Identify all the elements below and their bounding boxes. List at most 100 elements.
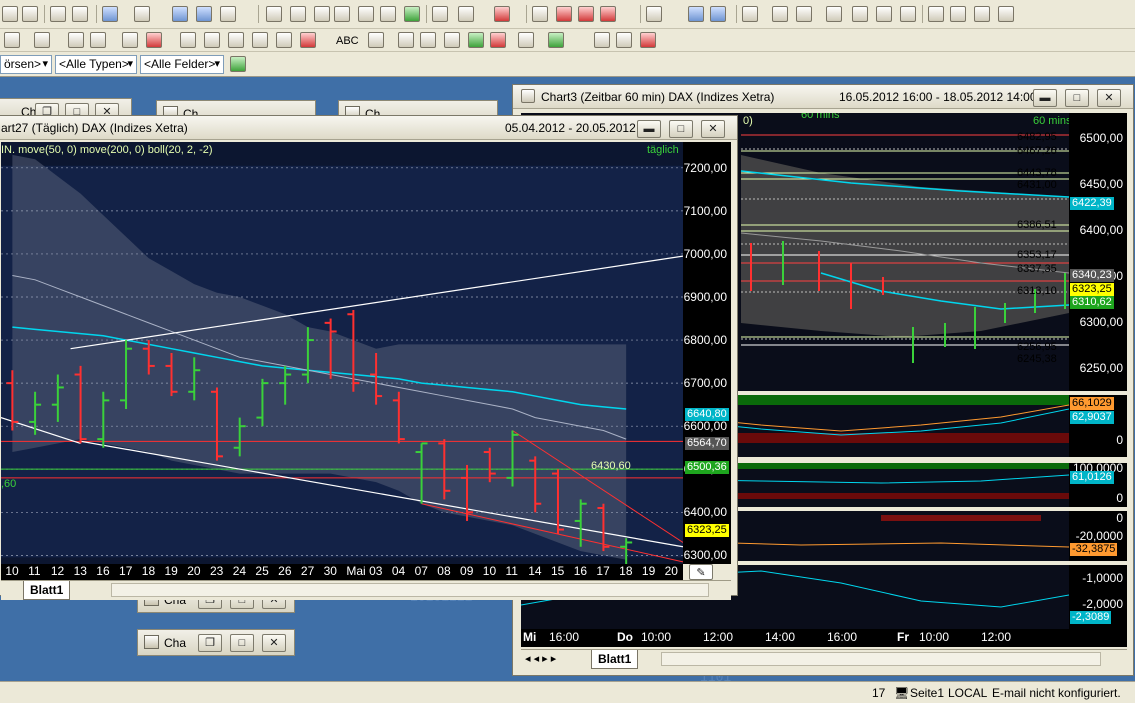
magic-tool-icon[interactable]: [420, 32, 436, 48]
line-chart-icon[interactable]: [688, 6, 704, 22]
horizontal-scrollbar[interactable]: [661, 652, 1101, 666]
monitor3-icon[interactable]: [974, 6, 990, 22]
text-tool-icon[interactable]: [146, 32, 162, 48]
window-icon[interactable]: [102, 6, 118, 22]
clock-icon[interactable]: [432, 6, 448, 22]
boersen-dropdown[interactable]: örsen>: [0, 55, 52, 74]
copy-icon[interactable]: [2, 6, 18, 22]
fork-tool-icon[interactable]: [180, 32, 196, 48]
preview-icon[interactable]: [72, 6, 88, 22]
rectangle-tool-icon[interactable]: [68, 32, 84, 48]
compress-horizontal-icon[interactable]: [334, 6, 350, 22]
restore-button[interactable]: ❐: [198, 634, 222, 652]
horizontal-scrollbar[interactable]: [111, 583, 709, 597]
disabled-icon: [796, 6, 812, 22]
x-tick-label: 03: [369, 564, 383, 578]
monitor4-icon[interactable]: [998, 6, 1014, 22]
paste-icon[interactable]: [22, 6, 38, 22]
edit-tool-icon[interactable]: [444, 32, 460, 48]
grid-red-icon[interactable]: [556, 6, 572, 22]
delete-window-icon[interactable]: [196, 6, 212, 22]
monitor2-icon[interactable]: [950, 6, 966, 22]
price-tag: 6564,70: [685, 437, 729, 450]
chart3-price-axis[interactable]: 6500,00 6450,00 6400,00 6350,00 6300,00 …: [1069, 113, 1127, 391]
price-tag: 6340,23: [1070, 269, 1114, 282]
arrow-down-icon[interactable]: [490, 32, 506, 48]
bar-style-icon[interactable]: [646, 6, 662, 22]
x-tick-label: 14: [528, 564, 542, 578]
zoom-in-icon[interactable]: [266, 6, 282, 22]
felder-dropdown[interactable]: <Alle Felder>: [140, 55, 224, 74]
x-tick-label: 23: [209, 564, 224, 578]
refresh-icon[interactable]: [404, 6, 420, 22]
maximize-button[interactable]: □: [1065, 89, 1089, 107]
chart27-sheet-bar: Blatt1: [1, 580, 731, 600]
cycle-tool-icon[interactable]: [252, 32, 268, 48]
minimize-button[interactable]: ▬: [1033, 89, 1057, 107]
fit-icon[interactable]: [358, 6, 374, 22]
chart-window-icon[interactable]: [134, 6, 150, 22]
grid-icon[interactable]: [532, 6, 548, 22]
level-label: 6443,78: [1017, 167, 1057, 179]
sheet-tab[interactable]: Blatt1: [591, 650, 639, 669]
status-page: Seite1: [910, 686, 945, 700]
chart-icon: [521, 89, 535, 103]
vertical-line-tool-icon[interactable]: [368, 32, 384, 48]
signal-tool-icon[interactable]: [300, 32, 316, 48]
line-tool-icon[interactable]: [4, 32, 20, 48]
chart27-titlebar[interactable]: art27 (Täglich) DAX (Indizes Xetra) 05.0…: [0, 116, 737, 140]
minimized-window[interactable]: Cha ❐ □ ✕: [137, 629, 295, 656]
chart3-titlebar[interactable]: Chart3 (Zeitbar 60 min) DAX (Indizes Xet…: [513, 85, 1133, 109]
tile-icon[interactable]: [616, 32, 632, 48]
expand-horizontal-icon[interactable]: [314, 6, 330, 22]
close-button[interactable]: ✕: [1097, 89, 1121, 107]
target-icon[interactable]: [494, 6, 510, 22]
chart27-title: art27 (Täglich) DAX (Indizes Xetra): [1, 121, 188, 135]
arrow-up-icon[interactable]: [468, 32, 484, 48]
gann-tool-icon[interactable]: [204, 32, 220, 48]
grid-table-icon[interactable]: [578, 6, 594, 22]
minimize-button[interactable]: ▬: [637, 120, 661, 138]
ellipse-tool-icon[interactable]: [90, 32, 106, 48]
timer-icon[interactable]: [458, 6, 474, 22]
interval-label: täglich: [647, 144, 679, 156]
monitor-icon[interactable]: [928, 6, 944, 22]
close-button[interactable]: ✕: [262, 634, 286, 652]
chart27-price-plot[interactable]: IN. move(50, 0) move(200, 0) boll(20, 2,…: [1, 142, 683, 564]
crosshair-icon[interactable]: [398, 32, 414, 48]
maximize-button[interactable]: □: [669, 120, 693, 138]
zoom-out-icon[interactable]: [290, 6, 306, 22]
chart27-price-axis[interactable]: 7200,00 7100,00 7000,00 6900,00 6800,00 6700,…: [683, 142, 731, 564]
fan-tool-icon[interactable]: [228, 32, 244, 48]
maximize-button[interactable]: □: [230, 634, 254, 652]
delete-drawings-icon[interactable]: [640, 32, 656, 48]
trendline-tool-icon[interactable]: [122, 32, 138, 48]
status-count: 17: [872, 686, 886, 700]
cascade-icon[interactable]: [594, 32, 610, 48]
close-button[interactable]: ✕: [701, 120, 725, 138]
table-icon[interactable]: [172, 6, 188, 22]
sheet-tab[interactable]: Blatt1: [23, 581, 71, 600]
level-label: 6386,51: [1017, 219, 1057, 231]
print-icon[interactable]: [50, 6, 66, 22]
export-icon[interactable]: [220, 6, 236, 22]
abc-text-tool[interactable]: ABC: [336, 35, 359, 47]
sheet-nav-arrows[interactable]: ◂ ◂ ▸ ▸: [525, 652, 556, 665]
y-tick-label: 6900,00: [683, 290, 727, 305]
channel-tool-icon[interactable]: [276, 32, 292, 48]
multi-chart-icon[interactable]: [710, 6, 726, 22]
binoculars-icon[interactable]: [826, 6, 842, 22]
level-label: 6337,35: [1017, 263, 1057, 275]
x-tick-label: 19: [164, 564, 178, 578]
y-tick-label: 6400,00: [683, 505, 727, 520]
apply-filter-icon[interactable]: [230, 56, 246, 72]
chart-settings-icon[interactable]: [518, 32, 534, 48]
y-tick-label: 6500,00: [1079, 131, 1123, 145]
pen-tool-icon[interactable]: [34, 32, 50, 48]
chart-tool-icon[interactable]: ✎: [689, 564, 713, 580]
color-picker-icon[interactable]: [548, 32, 564, 48]
x-tick-label: 18: [141, 564, 156, 578]
record-icon[interactable]: [600, 6, 616, 22]
picture-icon[interactable]: [380, 6, 396, 22]
typen-dropdown[interactable]: <Alle Typen>: [55, 55, 137, 74]
